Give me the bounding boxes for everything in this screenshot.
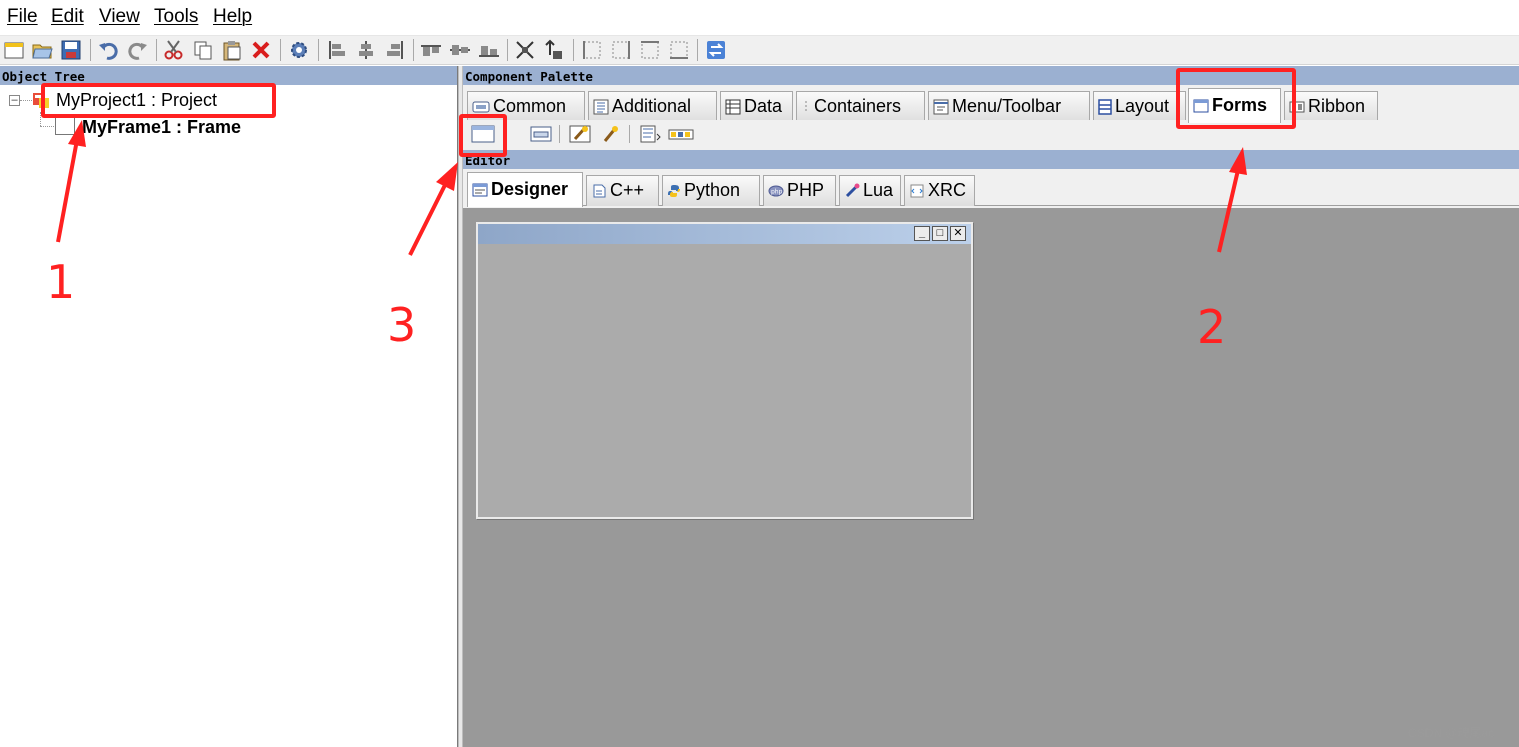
annotation-label-1: 1 [46,255,76,309]
tab-designer-label: Designer [491,179,569,199]
designer-icon [472,183,488,197]
watermark: CSDN @魂尾ac [1408,726,1495,740]
annotation-arrows [56,120,1247,256]
tab-forms-label: Forms [1212,95,1268,115]
app-window: File Edit View Tools Help Object Tree – … [0,0,1519,747]
tab-designer[interactable]: Designer [467,172,583,207]
annotation-label-3: 3 [387,298,417,352]
forms-icon [1193,99,1209,113]
annotation-label-2: 2 [1197,300,1227,354]
tab-forms[interactable]: Forms [1188,88,1281,123]
